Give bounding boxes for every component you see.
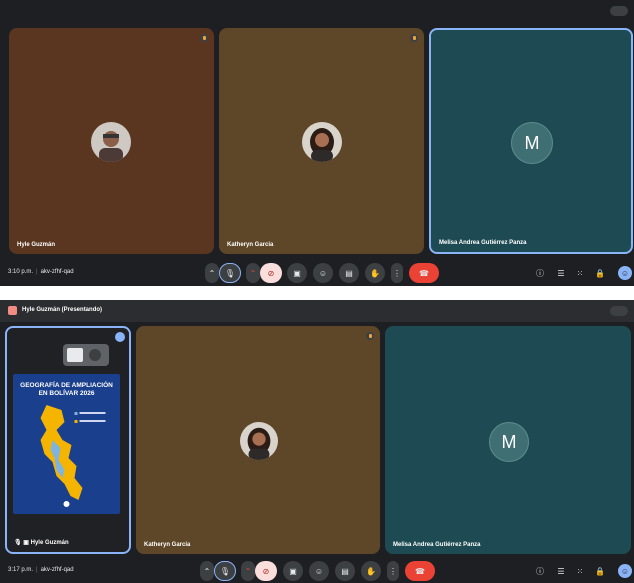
- meeting-info: 3:17 p.m. | akv-zfhf-qad: [8, 567, 74, 573]
- meet-window-1: Hyle Guzmán Katheryn Garcia M Melisa And…: [0, 0, 634, 286]
- meeting-code: akv-zfhf-qad: [40, 269, 74, 275]
- raise-hand-button[interactable]: ✋: [365, 263, 385, 283]
- more-options-button[interactable]: ⋮: [387, 561, 399, 581]
- chat-icon[interactable]: ☰: [555, 565, 567, 577]
- pin-icon: [89, 349, 101, 361]
- more-vert-icon: ⋮: [393, 268, 401, 278]
- participant-tile-melisa[interactable]: M Melisa Andrea Gutiérrez Panza: [429, 28, 633, 254]
- participant-tile-katheryn[interactable]: Katheryn Garcia: [136, 326, 380, 554]
- captions-button[interactable]: ▣: [283, 561, 303, 581]
- present-small-icon: ▣: [23, 540, 29, 546]
- emoji-button[interactable]: ☺: [309, 561, 329, 581]
- mic-icon: 🎙: [219, 566, 231, 576]
- more-vert-icon: ⋮: [389, 566, 397, 576]
- emoji-icon: ☺: [318, 268, 328, 278]
- camera-options-button[interactable]: ⌃: [246, 263, 260, 283]
- camera-button[interactable]: ⊘: [255, 561, 277, 581]
- microphone-button[interactable]: 🎙: [219, 263, 241, 283]
- presenting-icon: [8, 306, 17, 315]
- captions-button[interactable]: ▣: [287, 263, 307, 283]
- participant-tile-hyle[interactable]: Hyle Guzmán: [9, 28, 214, 254]
- participant-avatar: [91, 122, 131, 162]
- present-icon: ▤: [345, 268, 353, 278]
- captions-icon: ▣: [289, 566, 297, 576]
- emoji-button[interactable]: ☺: [313, 263, 333, 283]
- meeting-info: 3:10 p.m. | akv-zfhf-qad: [8, 269, 74, 275]
- raise-hand-button[interactable]: ✋: [361, 561, 381, 581]
- mic-options-button[interactable]: ⌃: [200, 561, 214, 581]
- meeting-time: 3:17 p.m.: [8, 567, 34, 573]
- captions-icon: ▣: [293, 268, 301, 278]
- participant-name: Melisa Andrea Gutiérrez Panza: [393, 542, 481, 548]
- participant-name: Katheryn Garcia: [227, 242, 274, 248]
- people-icon[interactable]: ☺: [618, 564, 632, 578]
- participant-initial-avatar: M: [511, 122, 553, 164]
- meet-window-2: Hyle Guzmán (Presentando) GEOGRAFÍA DE A…: [0, 300, 634, 583]
- hand-icon: ✋: [366, 566, 376, 576]
- leave-call-button[interactable]: ☎: [409, 263, 439, 283]
- participant-tile-katheryn[interactable]: Katheryn Garcia: [219, 28, 424, 254]
- people-icon[interactable]: ☺: [618, 266, 632, 280]
- end-call-icon: ☎: [419, 268, 429, 278]
- meeting-controls-bar: 3:10 p.m. | akv-zfhf-qad ⌃ 🎙 ⌃ ⊘ ▣ ☺ ▤ ✋ ⋮…: [0, 260, 634, 286]
- mic-icon: 🎙: [224, 268, 236, 278]
- participant-tile-melisa[interactable]: M Melisa Andrea Gutiérrez Panza: [385, 326, 631, 554]
- pin-controls[interactable]: [63, 344, 109, 366]
- separator: |: [36, 269, 38, 275]
- camera-options-button[interactable]: ⌃: [241, 561, 255, 581]
- mic-icon: 🎙: [14, 540, 22, 546]
- muted-mic-icon: [200, 34, 208, 42]
- presenting-banner: Hyle Guzmán (Presentando): [0, 300, 634, 322]
- emoji-icon: ☺: [314, 566, 324, 576]
- participant-name: Melisa Andrea Gutiérrez Panza: [439, 240, 527, 246]
- activities-icon[interactable]: ⁙: [574, 267, 586, 279]
- separator: |: [36, 567, 38, 573]
- present-button[interactable]: ▤: [339, 263, 359, 283]
- presenting-title: Hyle Guzmán (Presentando): [22, 307, 103, 313]
- camera-off-icon: ⊘: [262, 566, 270, 576]
- fullscreen-icon: [67, 348, 83, 362]
- present-button[interactable]: ▤: [335, 561, 355, 581]
- hand-icon: ✋: [370, 268, 380, 278]
- participant-name: Hyle Guzmán: [17, 242, 56, 248]
- participant-avatar: [302, 122, 342, 162]
- participant-name: 🎙 ▣ Hyle Guzmán: [14, 540, 69, 546]
- separator-gap: [0, 286, 634, 300]
- more-options-button[interactable]: ⋮: [391, 263, 403, 283]
- leave-call-button[interactable]: ☎: [405, 561, 435, 581]
- microphone-button[interactable]: 🎙: [214, 561, 236, 581]
- slide-title: GEOGRAFÍA DE AMPLIACIÓN EN BOLÍVAR 2026: [20, 382, 113, 397]
- top-right-badge[interactable]: [610, 306, 628, 316]
- mic-options-button[interactable]: ⌃: [205, 263, 219, 283]
- muted-mic-icon: [410, 34, 418, 42]
- participant-avatar: [240, 422, 278, 460]
- present-icon: ▤: [341, 566, 349, 576]
- meeting-time: 3:10 p.m.: [8, 269, 34, 275]
- info-icon[interactable]: ⓘ: [534, 565, 546, 577]
- end-call-icon: ☎: [415, 566, 425, 576]
- tile-options-badge[interactable]: [115, 332, 125, 342]
- muted-mic-icon: [366, 332, 374, 340]
- participant-initial-avatar: M: [489, 422, 529, 462]
- bolivar-map: [40, 405, 106, 507]
- top-right-badge[interactable]: [610, 6, 628, 16]
- shared-slide: GEOGRAFÍA DE AMPLIACIÓN EN BOLÍVAR 2026: [13, 374, 120, 514]
- chat-icon[interactable]: ☰: [555, 267, 567, 279]
- activities-icon[interactable]: ⁙: [574, 565, 586, 577]
- meeting-controls-bar: 3:17 p.m. | akv-zfhf-qad ⌃ 🎙 ⌃ ⊘ ▣ ☺ ▤ ✋ ⋮…: [0, 558, 634, 583]
- participant-name: Katheryn Garcia: [144, 542, 191, 548]
- camera-off-icon: ⊘: [267, 268, 275, 278]
- host-controls-icon[interactable]: 🔒: [594, 267, 606, 279]
- host-controls-icon[interactable]: 🔒: [594, 565, 606, 577]
- camera-button[interactable]: ⊘: [260, 263, 282, 283]
- meeting-code: akv-zfhf-qad: [40, 567, 74, 573]
- presentation-tile[interactable]: GEOGRAFÍA DE AMPLIACIÓN EN BOLÍVAR 2026 …: [5, 326, 131, 554]
- info-icon[interactable]: ⓘ: [534, 267, 546, 279]
